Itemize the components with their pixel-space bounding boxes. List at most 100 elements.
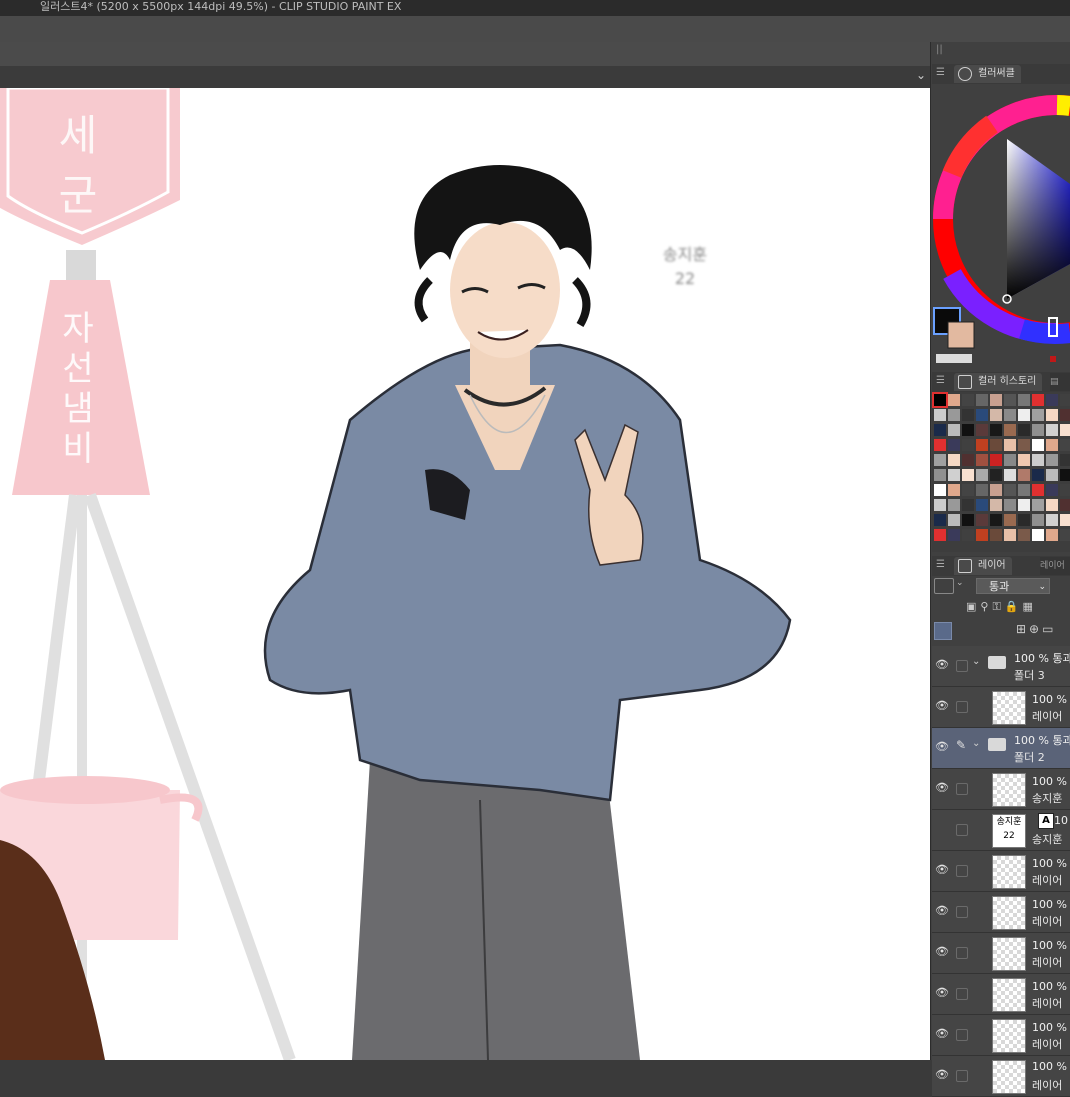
- layer-folder-row[interactable]: 👁 ✎ ⌄ 100 % 통과 폴더 2: [932, 728, 1070, 769]
- history-swatch[interactable]: [990, 469, 1002, 481]
- history-swatch[interactable]: [1046, 409, 1058, 421]
- history-swatch[interactable]: [1046, 469, 1058, 481]
- layer-lock-checkbox[interactable]: [956, 783, 968, 795]
- tab-other[interactable]: ▤: [1050, 373, 1070, 391]
- history-swatch[interactable]: [990, 529, 1002, 541]
- chevron-down-icon[interactable]: ⌄: [972, 656, 980, 667]
- layer-lock-checkbox[interactable]: [956, 1029, 968, 1041]
- history-swatch[interactable]: [962, 499, 974, 511]
- eye-icon[interactable]: 👁: [935, 1027, 949, 1040]
- history-swatch[interactable]: [932, 392, 948, 408]
- history-swatch[interactable]: [1060, 514, 1070, 526]
- history-swatch[interactable]: [1004, 514, 1016, 526]
- layer-lock-checkbox[interactable]: [956, 824, 968, 836]
- history-swatch[interactable]: [1018, 499, 1030, 511]
- history-swatch[interactable]: [1032, 454, 1044, 466]
- eye-icon[interactable]: 👁: [935, 781, 949, 794]
- history-swatch[interactable]: [976, 394, 988, 406]
- layer-color-toggle-icon[interactable]: [934, 578, 954, 594]
- history-swatch[interactable]: [1018, 394, 1030, 406]
- history-swatch[interactable]: [934, 469, 946, 481]
- history-swatch[interactable]: [962, 514, 974, 526]
- history-swatch[interactable]: [962, 394, 974, 406]
- chevron-down-icon[interactable]: ⌄: [972, 738, 980, 749]
- history-swatch[interactable]: [976, 484, 988, 496]
- layer-lock-checkbox[interactable]: [956, 906, 968, 918]
- canvas[interactable]: 세 군 자 선 냄 비 송지훈 22: [0, 88, 930, 1060]
- layer-folder-row[interactable]: 👁 ⌄ 100 % 통과 폴더 3: [932, 646, 1070, 687]
- history-swatch[interactable]: [934, 529, 946, 541]
- history-swatch[interactable]: [990, 409, 1002, 421]
- layer-row[interactable]: 👁 100 % 표레이어: [932, 851, 1070, 892]
- history-swatch[interactable]: [934, 409, 946, 421]
- history-swatch[interactable]: [990, 424, 1002, 436]
- history-swatch[interactable]: [976, 499, 988, 511]
- layer-row[interactable]: 👁 100 % 표송지훈: [932, 769, 1070, 810]
- history-swatch[interactable]: [948, 469, 960, 481]
- eye-icon[interactable]: 👁: [935, 658, 949, 671]
- tab-color-wheel[interactable]: 컬러써클: [954, 65, 1021, 83]
- history-swatch[interactable]: [990, 499, 1002, 511]
- chevron-down-icon[interactable]: ⌄: [916, 68, 926, 82]
- tab-layer-property[interactable]: 레이어: [1040, 557, 1070, 575]
- layer-lock-checkbox[interactable]: [956, 660, 968, 672]
- history-swatch[interactable]: [976, 424, 988, 436]
- history-swatch[interactable]: [976, 469, 988, 481]
- history-swatch[interactable]: [934, 424, 946, 436]
- layer-row[interactable]: 👁 100 % 표레이어: [932, 933, 1070, 974]
- history-swatch[interactable]: [1060, 529, 1070, 541]
- eye-icon[interactable]: 👁: [935, 1068, 949, 1081]
- history-swatch[interactable]: [1046, 499, 1058, 511]
- layer-lock-checkbox[interactable]: [956, 701, 968, 713]
- history-swatch[interactable]: [1032, 409, 1044, 421]
- history-swatch[interactable]: [976, 409, 988, 421]
- history-swatch[interactable]: [1046, 514, 1058, 526]
- history-swatch[interactable]: [1004, 469, 1016, 481]
- panel-grip-icon[interactable]: ||: [936, 44, 943, 55]
- history-swatch[interactable]: [1018, 439, 1030, 451]
- menu-icon[interactable]: ☰: [936, 67, 945, 78]
- eye-icon[interactable]: 👁: [935, 986, 949, 999]
- layer-lock-checkbox[interactable]: [956, 988, 968, 1000]
- history-swatch[interactable]: [962, 454, 974, 466]
- color-wheel[interactable]: [932, 84, 1070, 370]
- menu-icon[interactable]: ☰: [936, 375, 945, 386]
- history-swatch[interactable]: [1060, 499, 1070, 511]
- eye-icon[interactable]: 👁: [935, 863, 949, 876]
- history-swatch[interactable]: [990, 394, 1002, 406]
- history-swatch[interactable]: [1032, 484, 1044, 496]
- eye-icon[interactable]: 👁: [935, 904, 949, 917]
- history-swatch[interactable]: [948, 514, 960, 526]
- history-swatch[interactable]: [1060, 409, 1070, 421]
- history-swatch[interactable]: [1060, 439, 1070, 451]
- history-swatch[interactable]: [1004, 454, 1016, 466]
- eye-icon[interactable]: 👁: [935, 699, 949, 712]
- layer-lock-checkbox[interactable]: [956, 947, 968, 959]
- layer-row[interactable]: 👁 100 % 표레이어: [932, 974, 1070, 1015]
- menu-icon[interactable]: ☰: [936, 559, 945, 570]
- eye-icon[interactable]: 👁: [935, 740, 949, 753]
- history-swatch[interactable]: [1046, 529, 1058, 541]
- history-swatch[interactable]: [948, 394, 960, 406]
- history-swatch[interactable]: [948, 499, 960, 511]
- history-swatch[interactable]: [1018, 469, 1030, 481]
- history-swatch[interactable]: [1046, 394, 1058, 406]
- layer-row[interactable]: 송지훈 22 A 10 송지훈: [932, 810, 1070, 851]
- layer-row[interactable]: 👁 100 % 표레이어: [932, 892, 1070, 933]
- history-swatch[interactable]: [962, 484, 974, 496]
- history-swatch[interactable]: [1018, 484, 1030, 496]
- history-swatch[interactable]: [1018, 454, 1030, 466]
- history-swatch[interactable]: [1060, 454, 1070, 466]
- tab-layer[interactable]: 레이어: [954, 557, 1012, 575]
- layer-row[interactable]: 👁 100 % 레이어: [932, 1056, 1070, 1097]
- history-swatch[interactable]: [1018, 424, 1030, 436]
- chevron-down-icon[interactable]: ⌄: [956, 578, 964, 588]
- history-swatch[interactable]: [948, 454, 960, 466]
- history-swatch[interactable]: [962, 409, 974, 421]
- eye-icon[interactable]: 👁: [935, 945, 949, 958]
- history-swatch[interactable]: [1060, 469, 1070, 481]
- layer-lock-icons[interactable]: ▣⚲⚿🔒▦: [966, 600, 1037, 614]
- history-swatch[interactable]: [1018, 514, 1030, 526]
- history-swatch[interactable]: [1018, 529, 1030, 541]
- history-swatch[interactable]: [1032, 439, 1044, 451]
